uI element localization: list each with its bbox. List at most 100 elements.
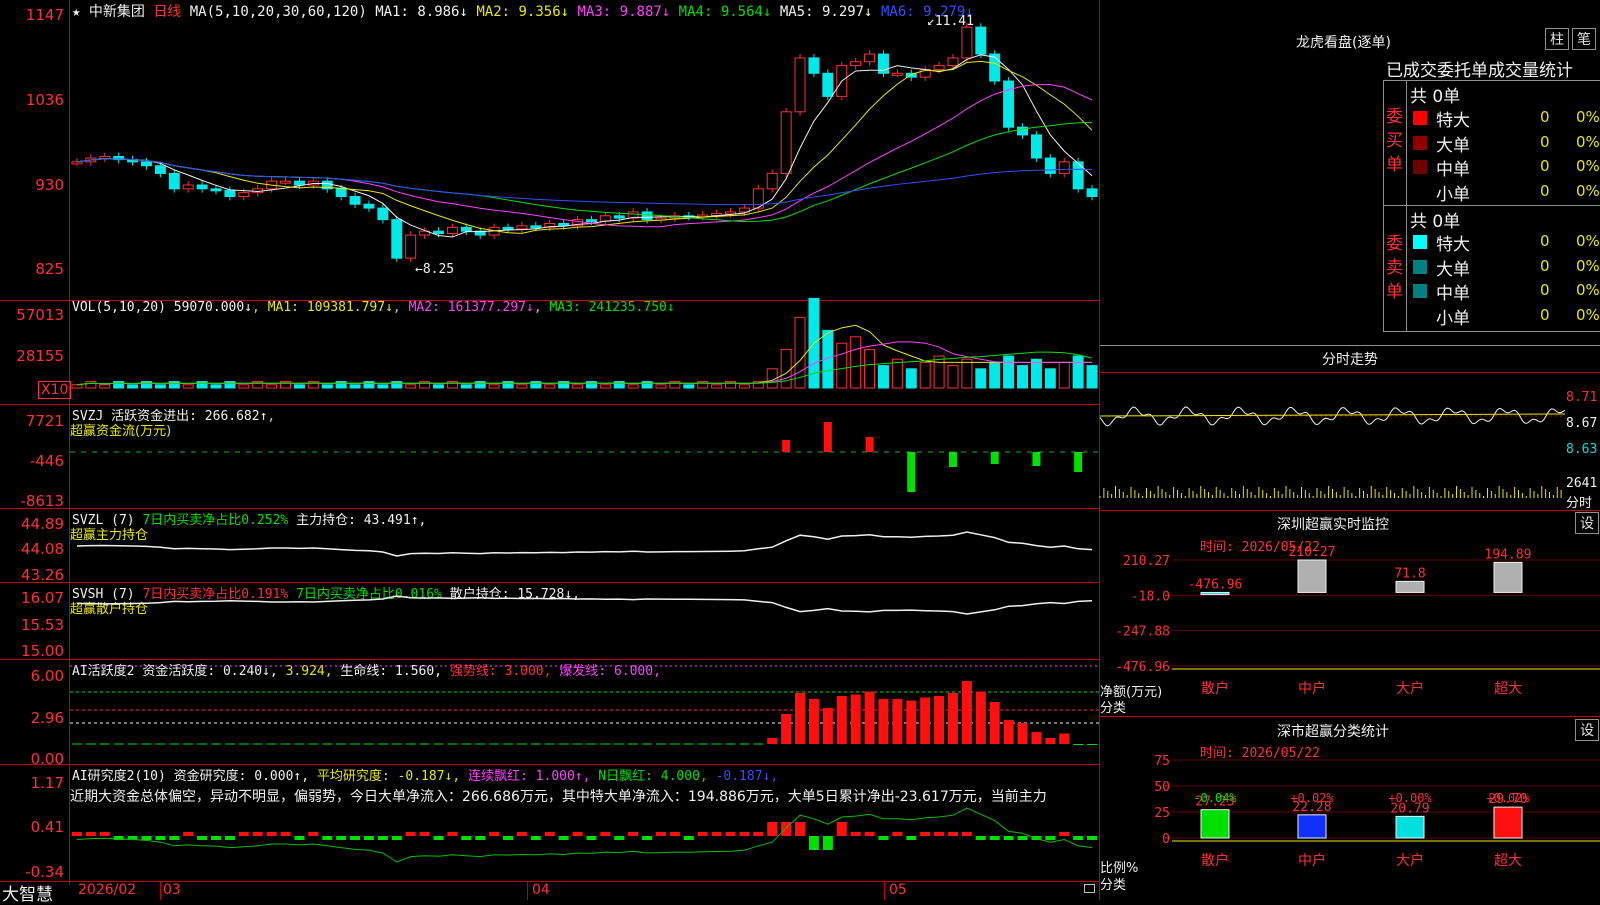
candle-body — [377, 207, 389, 221]
activity-bar — [238, 743, 249, 745]
activity-bar — [934, 696, 945, 744]
activity-bar — [558, 743, 569, 745]
ratio-bar-chart[interactable]: 755025027.23散户22.28中户20.79大户29.70超大-0.04… — [1100, 740, 1600, 900]
ytick-svsh-1: 15.53 — [21, 616, 64, 634]
ytick-label: -476.96 — [1115, 660, 1170, 675]
bar-view-button[interactable]: 柱 — [1545, 28, 1569, 50]
activity-bar — [739, 743, 750, 745]
research-bar — [391, 836, 402, 840]
research-bar — [336, 836, 347, 840]
flow-bar — [948, 452, 957, 467]
candle-body — [1003, 80, 1015, 128]
research-bar — [586, 836, 597, 840]
high-price-label: ↙11.41 — [927, 14, 974, 29]
research-bar — [767, 822, 778, 836]
category-label: 中户 — [1298, 852, 1326, 869]
dragon-title: 龙虎看盘(逐单) — [1296, 35, 1391, 51]
sell-row-percent: 0% — [1576, 232, 1600, 250]
buy-row-count: 0 — [1540, 132, 1550, 151]
research-bar — [544, 832, 555, 836]
change-label: -0.04% — [1193, 791, 1237, 805]
research-bar — [71, 832, 82, 836]
research-bar — [85, 832, 96, 836]
research-bar — [975, 836, 986, 840]
candle-body — [822, 72, 834, 97]
research-bar — [224, 836, 235, 840]
volume-bar — [891, 358, 903, 389]
candle-body — [182, 184, 194, 190]
change-label: +0.00% — [1388, 791, 1432, 805]
sell-color-swatch — [1413, 235, 1427, 249]
tick-view-button[interactable]: 笔 — [1572, 28, 1596, 50]
intraday-ytick-1: 8.67 — [1566, 416, 1598, 431]
buy-row-percent: 0% — [1576, 157, 1600, 175]
candle-body — [363, 203, 375, 209]
research-bar — [530, 836, 541, 840]
activity-bar — [85, 743, 96, 745]
volume-bar — [1044, 368, 1056, 389]
candle-body — [71, 161, 83, 165]
change-label: +0.02% — [1486, 791, 1530, 805]
ai-activity-chart[interactable] — [70, 659, 1099, 764]
flow-bar — [865, 437, 874, 452]
intraday-chart[interactable] — [1099, 372, 1566, 510]
volume-bar — [321, 384, 333, 389]
activity-bar — [433, 743, 444, 745]
candle-body — [1044, 157, 1056, 174]
tab-volume-stats[interactable]: 成交量统计 — [1488, 56, 1573, 81]
buy-total: 共 0单 — [1410, 87, 1461, 107]
volume-bar — [127, 384, 139, 389]
ai-research-chart[interactable] — [70, 764, 1099, 881]
ytick-svzj-2: -8613 — [20, 492, 64, 510]
volume-bar — [989, 361, 1001, 389]
ytick-vol-0: 57013 — [16, 306, 64, 324]
activity-bar — [169, 743, 180, 745]
volume-bar — [1017, 365, 1029, 389]
candlestick-chart[interactable] — [70, 0, 1099, 300]
sell-color-swatch — [1413, 259, 1427, 274]
sell-row-count: 0 — [1540, 305, 1550, 324]
sell-color-swatch — [1413, 308, 1427, 323]
activity-bar — [808, 699, 819, 744]
divider-intraday-top — [1100, 345, 1600, 346]
svzj-chart[interactable] — [70, 404, 1099, 508]
volume-bar — [1072, 355, 1084, 389]
tab-orders[interactable]: 委托单 — [1437, 56, 1488, 81]
tab-filled[interactable]: 已成交 — [1386, 56, 1437, 81]
activity-bar — [183, 743, 194, 745]
ytick-ai1-2: 0.00 — [30, 750, 64, 768]
candle-body — [1058, 161, 1070, 174]
buy-color-swatch — [1413, 135, 1427, 150]
volume-chart[interactable] — [70, 297, 1099, 404]
flow-bar — [782, 440, 791, 452]
activity-bar — [989, 702, 1000, 744]
volume-bar — [516, 384, 528, 389]
research-bar — [322, 836, 333, 840]
research-bar — [475, 836, 486, 840]
svsh-chart[interactable] — [70, 582, 1099, 659]
research-bar — [266, 832, 277, 836]
research-bar — [363, 836, 374, 840]
ytick-main-3: 825 — [35, 260, 64, 278]
volume-bar — [210, 384, 222, 389]
bar-value-label: 194.89 — [1485, 547, 1532, 562]
stats-settings-button[interactable]: 设 — [1575, 719, 1599, 741]
activity-bar — [822, 708, 833, 744]
date-label-2: 04 — [532, 882, 550, 898]
svzl-chart[interactable] — [70, 508, 1099, 582]
research-bar — [252, 832, 263, 836]
activity-bar — [864, 691, 875, 744]
activity-bar — [1017, 723, 1028, 744]
sell-row-percent: 0% — [1576, 281, 1600, 299]
candle-body — [641, 211, 653, 221]
buy-color-swatch — [1413, 160, 1427, 174]
activity-bar — [614, 743, 625, 745]
research-bar — [1003, 836, 1014, 840]
lock-icon[interactable] — [1084, 884, 1095, 893]
net-flow-bar-chart[interactable]: 210.27 -18.0 -247.88 -476.96 -476.96 散户 210.27… — [1100, 530, 1600, 720]
candle-body — [585, 219, 597, 223]
flow-bar — [990, 452, 999, 464]
candle-body — [140, 161, 152, 167]
research-bar — [947, 832, 958, 836]
buy-row-percent: 0% — [1576, 132, 1600, 151]
